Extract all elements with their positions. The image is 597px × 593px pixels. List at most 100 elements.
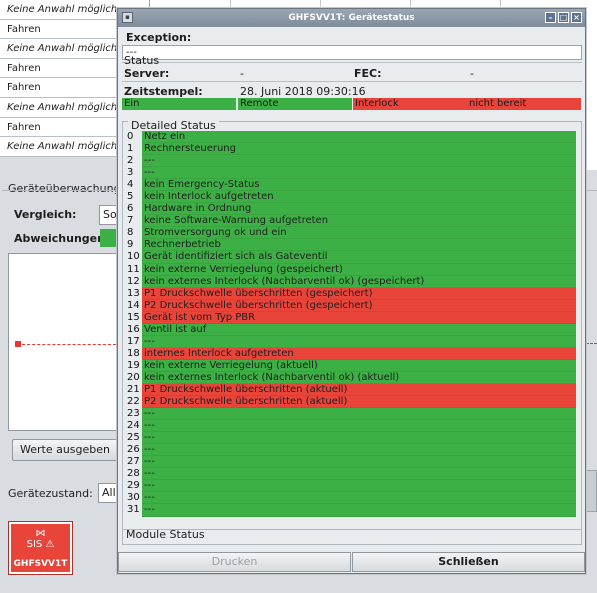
status-bit-text: Gerät identifiziert sich als Gateventil bbox=[142, 251, 576, 264]
device-tile-name: GHFSVV1T bbox=[13, 559, 68, 569]
status-bit-text: --- bbox=[142, 456, 576, 469]
detailed-status-row: 28 --- bbox=[126, 468, 576, 481]
status-bit-index: 6 bbox=[126, 203, 142, 216]
fec-label: FEC: bbox=[354, 67, 382, 80]
status-bit-index: 0 bbox=[126, 131, 142, 144]
status-bit-index: 12 bbox=[126, 275, 142, 288]
vergleich-combo[interactable]: So bbox=[99, 205, 119, 225]
geraetezustand-label: Gerätezustand: bbox=[8, 487, 93, 500]
device-status-dialog: ▪ GHFSVV1T: Gerätestatus – □ × Exception… bbox=[117, 8, 586, 574]
status-bit-text: keine Software-Warnung aufgetreten bbox=[142, 215, 576, 228]
status-bit-text: --- bbox=[142, 444, 576, 457]
detailed-status-row: 12 kein externes Interlock (Nachbarventil… bbox=[126, 275, 576, 288]
status-cell: Interlock bbox=[353, 98, 467, 110]
detailed-status-row: 26 --- bbox=[126, 444, 576, 457]
close-button[interactable]: Schließen bbox=[352, 552, 585, 572]
detailed-status-row: 11 kein externe Verriegelung (gespeichert… bbox=[126, 263, 576, 276]
threshold-marker bbox=[15, 341, 21, 347]
status-bit-text: kein externes Interlock (Nachbarventil o… bbox=[142, 371, 576, 384]
status-bit-text: --- bbox=[142, 480, 576, 493]
status-bit-index: 29 bbox=[126, 480, 142, 493]
detailed-status-row: 27 --- bbox=[126, 456, 576, 469]
maximize-icon[interactable]: □ bbox=[558, 12, 569, 23]
status-bit-text: P2 Druckschwelle überschritten (aktuell) bbox=[142, 396, 576, 409]
status-bit-index: 7 bbox=[126, 215, 142, 228]
status-bit-index: 23 bbox=[126, 408, 142, 421]
status-bit-index: 20 bbox=[126, 371, 142, 384]
status-bit-text: --- bbox=[142, 420, 576, 433]
status-bit-index: 30 bbox=[126, 492, 142, 505]
status-bit-index: 22 bbox=[126, 396, 142, 409]
status-bit-text: --- bbox=[142, 408, 576, 421]
status-bit-index: 5 bbox=[126, 191, 142, 204]
status-bit-text: --- bbox=[142, 504, 576, 517]
geraetezustand-combo[interactable]: All bbox=[98, 483, 118, 503]
status-bit-index: 11 bbox=[126, 263, 142, 276]
status-bit-text: kein externe Verriegelung (aktuell) bbox=[142, 359, 576, 372]
status-bit-text: Stromversorgung ok und ein bbox=[142, 227, 576, 240]
status-bit-text: --- bbox=[142, 492, 576, 505]
status-bit-text: --- bbox=[142, 335, 576, 348]
status-bit-text: P1 Druckschwelle überschritten (gespeich… bbox=[142, 287, 576, 300]
status-group-border bbox=[122, 62, 582, 63]
status-bit-index: 26 bbox=[126, 444, 142, 457]
abweichungen-indicator bbox=[100, 229, 118, 247]
threshold-line-right bbox=[586, 343, 597, 344]
status-bit-index: 28 bbox=[126, 468, 142, 481]
detailed-status-row: 6 Hardware in Ordnung bbox=[126, 203, 576, 216]
status-bit-index: 1 bbox=[126, 143, 142, 156]
status-bit-index: 24 bbox=[126, 420, 142, 433]
detailed-status-row: 23 --- bbox=[126, 408, 576, 421]
status-bit-text: Hardware in Ordnung bbox=[142, 203, 576, 216]
status-bit-index: 31 bbox=[126, 504, 142, 517]
detailed-status-row: 13 P1 Druckschwelle überschritten (gespei… bbox=[126, 287, 576, 300]
sis-icon: SIS bbox=[26, 539, 43, 550]
detailed-status-row: 1 Rechnersteuerung bbox=[126, 143, 576, 156]
status-bit-text: --- bbox=[142, 432, 576, 445]
detailed-status-row: 21 P1 Druckschwelle überschritten (aktuel… bbox=[126, 383, 576, 397]
detailed-status-row: 31 --- bbox=[126, 504, 576, 517]
detailed-status-row: 15 Gerät ist vom Typ PBR bbox=[126, 311, 576, 324]
dialog-titlebar[interactable]: ▪ GHFSVV1T: Gerätestatus – □ × bbox=[118, 9, 585, 27]
threshold-line bbox=[17, 344, 121, 345]
werte-ausgeben-button[interactable]: Werte ausgeben bbox=[12, 439, 118, 461]
detailed-status-row: 8 Stromversorgung ok und ein bbox=[126, 227, 576, 240]
timestamp-value: 28. Juni 2018 09:30:16 bbox=[240, 85, 366, 98]
status-bit-text: Gerät ist vom Typ PBR bbox=[142, 311, 576, 324]
status-group-title: Status bbox=[124, 54, 160, 67]
device-tile[interactable]: ⋈ SIS ⚠ GHFSVV1T bbox=[8, 521, 73, 575]
person-warning-icon: ⚠ bbox=[45, 539, 55, 550]
exception-label: Exception: bbox=[126, 31, 192, 44]
timestamp-label: Zeitstempel: bbox=[124, 85, 203, 98]
detailed-status-row: 24 --- bbox=[126, 420, 576, 433]
detailed-status-row: 10 Gerät identifiziert sich als Gateventi… bbox=[126, 251, 576, 264]
status-bit-index: 19 bbox=[126, 359, 142, 372]
status-bit-text: --- bbox=[142, 468, 576, 481]
status-bit-index: 16 bbox=[126, 323, 142, 336]
status-cell: Ein bbox=[122, 98, 236, 110]
close-icon[interactable]: × bbox=[571, 12, 582, 23]
fec-value: - bbox=[470, 67, 474, 80]
print-button[interactable]: Drucken bbox=[118, 552, 351, 572]
status-bit-text: internes Interlock aufgetreten bbox=[142, 347, 576, 360]
status-bit-text: Rechnersteuerung bbox=[142, 143, 576, 156]
detailed-status-row: 19 kein externe Verriegelung (aktuell) bbox=[126, 359, 576, 372]
exception-field[interactable]: --- bbox=[122, 45, 582, 60]
server-value: - bbox=[240, 67, 244, 80]
detailed-status-row: 2 --- bbox=[126, 155, 576, 168]
status-bit-text: kein externes Interlock (Nachbarventil o… bbox=[142, 275, 576, 288]
status-bit-text: --- bbox=[142, 167, 576, 180]
detailed-status-row: 22 P2 Druckschwelle überschritten (aktuel… bbox=[126, 396, 576, 409]
minimize-icon[interactable]: – bbox=[545, 12, 556, 23]
status-cell: Remote bbox=[238, 98, 352, 110]
status-separator bbox=[122, 81, 582, 82]
status-bit-index: 17 bbox=[126, 335, 142, 348]
detailed-status-row: 17 --- bbox=[126, 335, 576, 348]
detailed-status-list[interactable]: 0 Netz ein 1 Rechnersteuerung 2 --- 3 --- 4 kein … bbox=[126, 131, 576, 517]
status-bit-index: 4 bbox=[126, 179, 142, 192]
status-bit-text: kein externe Verriegelung (gespeichert) bbox=[142, 263, 576, 276]
status-bit-index: 2 bbox=[126, 155, 142, 168]
detailed-status-row: 9 Rechnerbetrieb bbox=[126, 239, 576, 252]
status-bit-text: P1 Druckschwelle überschritten (aktuell) bbox=[142, 383, 576, 397]
status-bit-text: Rechnerbetrieb bbox=[142, 239, 576, 252]
